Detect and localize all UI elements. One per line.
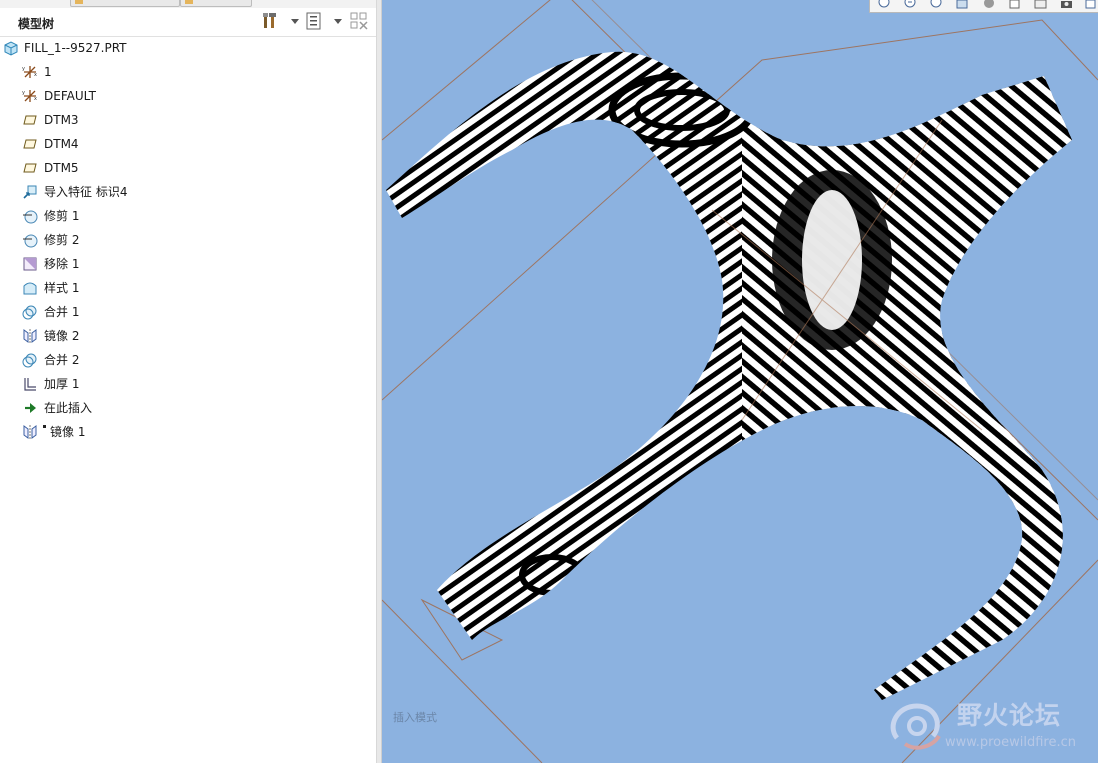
insert-mode-indicator: 插入模式 <box>393 711 437 724</box>
insert-here-arrow-icon <box>22 400 38 416</box>
coordinate-system-icon: yx <box>22 88 38 104</box>
view-toolbar <box>869 0 1098 13</box>
datum-plane-icon <box>22 112 38 128</box>
tree-item-import-feature[interactable]: 导入特征 标识4 <box>0 180 370 204</box>
svg-text:x: x <box>34 72 37 78</box>
part-icon <box>3 40 19 56</box>
mirror-icon <box>22 328 38 344</box>
more-views-icon[interactable] <box>1082 0 1096 11</box>
tree-item-csys-1[interactable]: yx 1 <box>0 60 370 84</box>
camera-icon[interactable] <box>1058 0 1076 11</box>
tree-item-label: DTM5 <box>44 161 79 175</box>
tree-item-label: 加厚 1 <box>44 377 80 391</box>
mirror-icon <box>22 424 38 440</box>
tree-item-label: 移除 1 <box>44 257 80 271</box>
suppressed-marker-icon <box>43 425 46 428</box>
tree-item-label: DTM4 <box>44 137 79 151</box>
tree-item-label: DTM3 <box>44 113 79 127</box>
tree-item-label: 在此插入 <box>44 401 93 415</box>
tree-item-dtm5[interactable]: DTM5 <box>0 156 370 180</box>
style-icon <box>22 280 38 296</box>
repaint-icon[interactable] <box>954 0 972 11</box>
tree-item-style-1[interactable]: 样式 1 <box>0 276 370 300</box>
tree-filter-icon[interactable] <box>348 10 370 32</box>
tree-item-trim-2[interactable]: 修剪 2 <box>0 228 370 252</box>
zoom-out-icon[interactable] <box>928 0 946 11</box>
tree-item-label: 镜像 1 <box>50 425 86 439</box>
show-dropdown-chevron-icon[interactable] <box>327 10 342 32</box>
tree-item-thicken-1[interactable]: 加厚 1 <box>0 372 370 396</box>
tree-item-label: 修剪 2 <box>44 233 80 247</box>
show-list-icon[interactable] <box>303 10 325 32</box>
settings-dropdown-chevron-icon[interactable] <box>284 10 299 32</box>
trim-icon <box>22 208 38 224</box>
svg-text:x: x <box>34 96 37 102</box>
favorites-tab[interactable] <box>180 0 252 7</box>
tree-item-csys-default[interactable]: yx DEFAULT <box>0 84 370 108</box>
tree-item-label: 1 <box>44 65 52 79</box>
model-tree-header: 模型树 <box>0 8 376 37</box>
graphics-viewport[interactable]: 插入模式 野火论坛 www.proewildfire.cn <box>382 0 1098 763</box>
coordinate-system-icon: yx <box>22 64 38 80</box>
zebra-analysis-model <box>382 0 1098 763</box>
tree-item-label: 修剪 1 <box>44 209 80 223</box>
tree-item-label: 镜像 2 <box>44 329 80 343</box>
svg-text:y: y <box>22 66 25 72</box>
trim-icon <box>22 232 38 248</box>
tree-item-part[interactable]: FILL_1--9527.PRT <box>0 36 370 60</box>
refit-icon[interactable] <box>876 0 894 11</box>
tree-item-label: FILL_1--9527.PRT <box>24 41 127 55</box>
tree-item-label: 导入特征 标识4 <box>44 185 128 199</box>
forum-watermark-title: 野火论坛 <box>957 701 1062 730</box>
panel-tab-strip <box>0 0 376 8</box>
tree-item-label: 合并 2 <box>44 353 80 367</box>
zoom-in-icon[interactable] <box>902 0 920 11</box>
forum-logo-icon <box>890 703 941 750</box>
tree-item-label: 样式 1 <box>44 281 80 295</box>
thicken-icon <box>22 376 38 392</box>
saved-views-icon[interactable] <box>1006 0 1024 11</box>
merge-icon <box>22 304 38 320</box>
tree-item-merge-1[interactable]: 合并 1 <box>0 300 370 324</box>
forum-watermark: 野火论坛 www.proewildfire.cn <box>887 692 1095 758</box>
shading-icon[interactable] <box>980 0 998 11</box>
tree-item-remove-1[interactable]: 移除 1 <box>0 252 370 276</box>
view-manager-icon[interactable] <box>1032 0 1050 11</box>
model-tree-title: 模型树 <box>18 17 55 31</box>
tree-item-dtm4[interactable]: DTM4 <box>0 132 370 156</box>
settings-tools-icon[interactable] <box>260 10 282 32</box>
import-feature-icon <box>22 184 38 200</box>
tree-item-insert-here[interactable]: 在此插入 <box>0 396 370 420</box>
datum-plane-icon <box>22 160 38 176</box>
remove-icon <box>22 256 38 272</box>
merge-icon <box>22 352 38 368</box>
svg-text:y: y <box>22 90 25 96</box>
tree-item-trim-1[interactable]: 修剪 1 <box>0 204 370 228</box>
folder-browser-tab[interactable] <box>70 0 180 7</box>
tree-item-mirror-1[interactable]: 镜像 1 <box>0 420 370 444</box>
tree-item-label: DEFAULT <box>44 89 96 103</box>
datum-plane-icon <box>22 136 38 152</box>
model-tree-panel: 模型树 FILL_1--9527.PRT yx 1 y x DEFAULT DT… <box>0 0 376 763</box>
tree-item-mirror-2[interactable]: 镜像 2 <box>0 324 370 348</box>
tree-item-dtm3[interactable]: DTM3 <box>0 108 370 132</box>
forum-watermark-url: www.proewildfire.cn <box>945 735 1076 750</box>
tree-item-merge-2[interactable]: 合并 2 <box>0 348 370 372</box>
tree-item-label: 合并 1 <box>44 305 80 319</box>
